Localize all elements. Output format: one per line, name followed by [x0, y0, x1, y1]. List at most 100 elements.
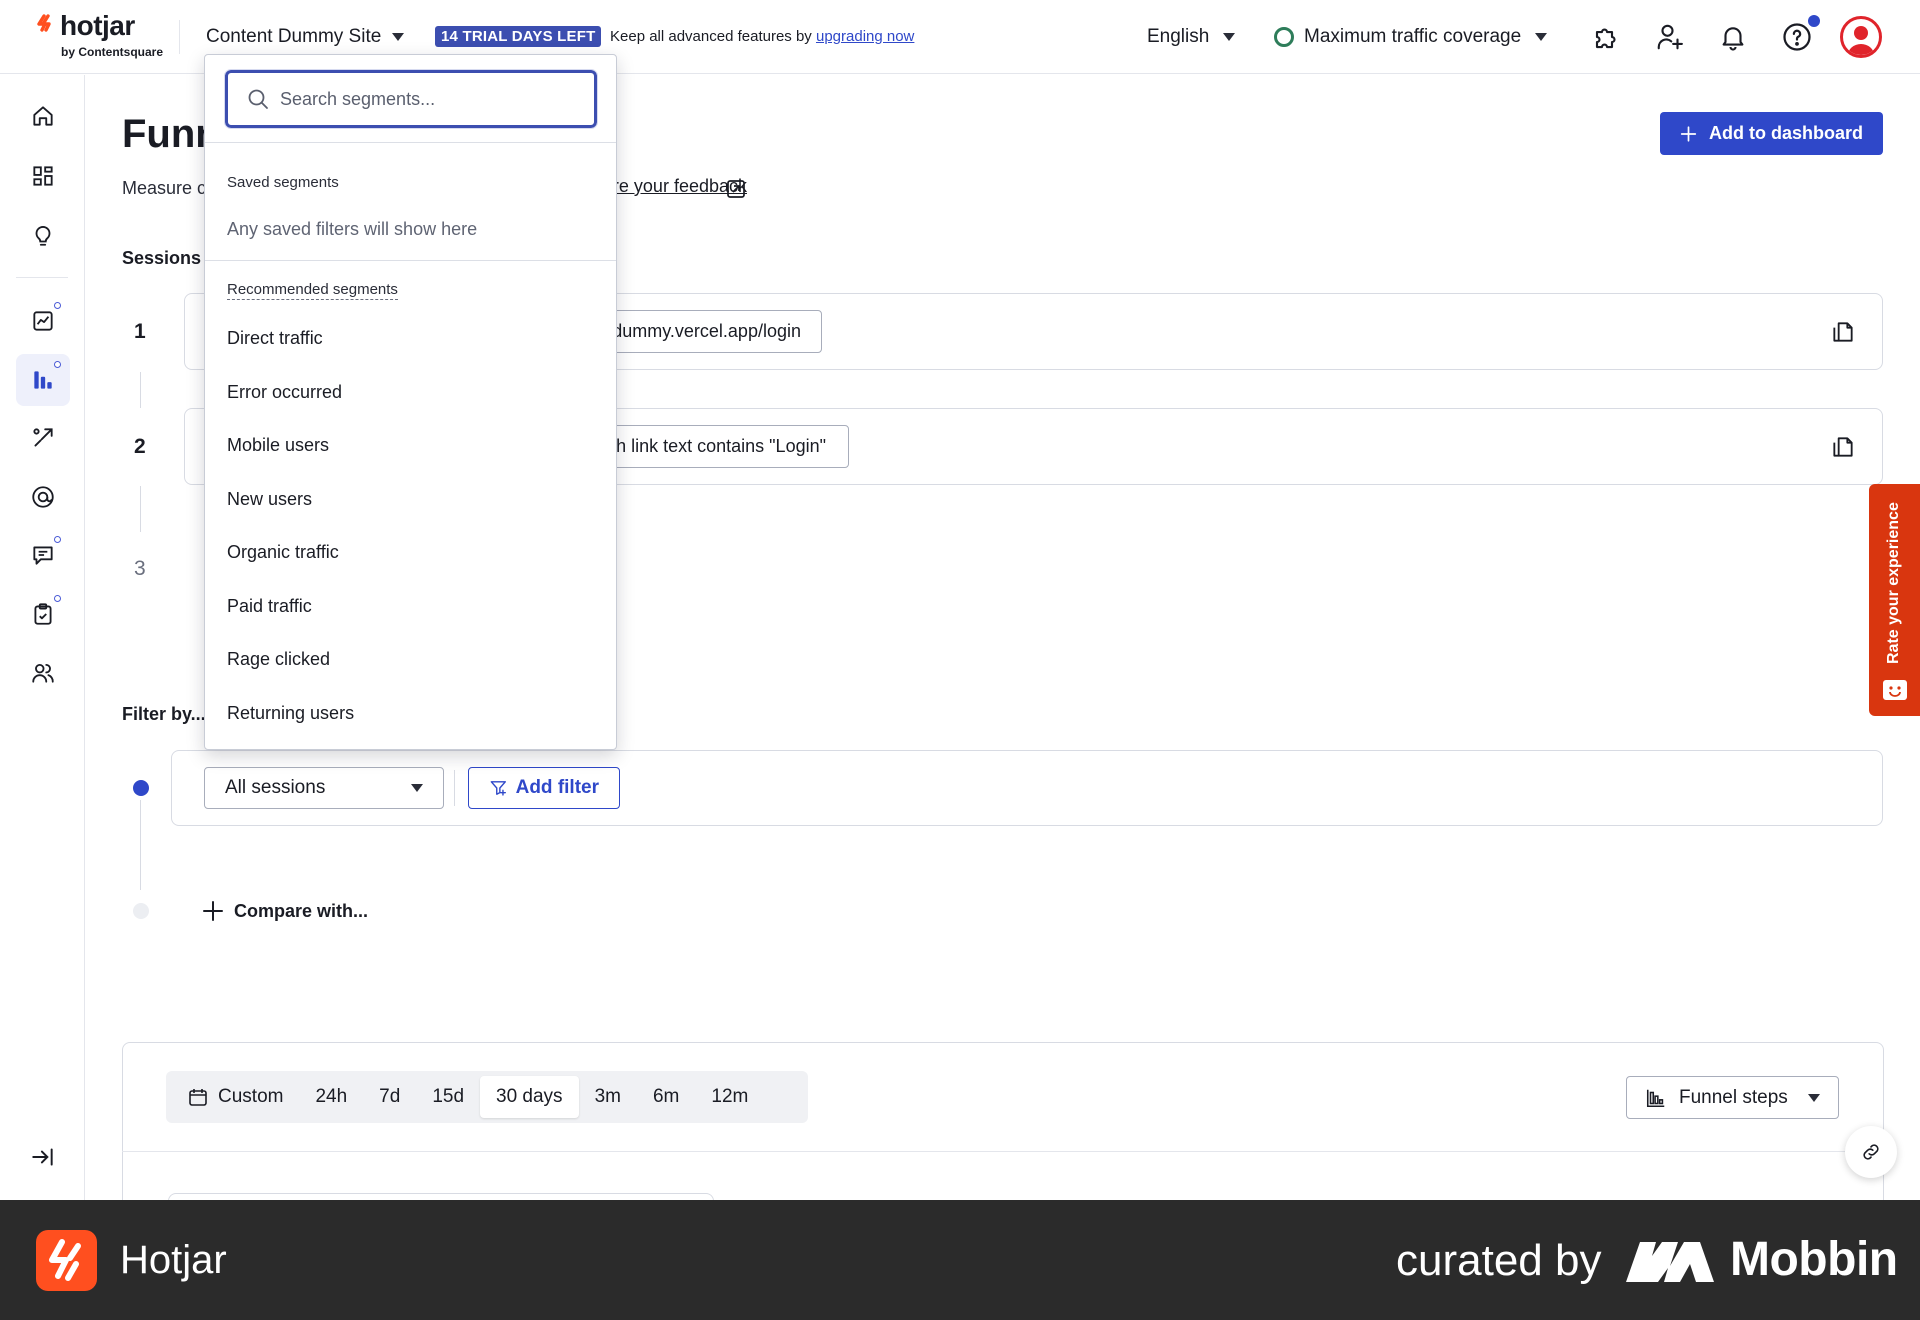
- sidebar-item-surveys[interactable]: [26, 597, 60, 631]
- copy-step-icon[interactable]: [1830, 434, 1856, 460]
- trial-message: Keep all advanced features by upgrading …: [610, 28, 914, 45]
- sidebar-item-funnels[interactable]: [26, 363, 60, 397]
- add-to-dashboard-label: Add to dashboard: [1709, 123, 1863, 143]
- collapse-arrow-icon: [32, 1148, 53, 1166]
- feedback-chat-icon: [33, 546, 53, 565]
- site-switcher[interactable]: Content Dummy Site: [206, 26, 381, 48]
- new-feature-dot: [54, 361, 61, 368]
- segment-search-box[interactable]: [224, 69, 598, 129]
- step-connector: [140, 372, 141, 408]
- trial-message-text: Keep all advanced features by: [610, 28, 812, 45]
- footer-brand-name: Hotjar: [120, 1238, 227, 1282]
- step-connector: [140, 486, 141, 532]
- segment-option-rage-clicked[interactable]: Rage clicked: [227, 649, 330, 670]
- dropdown-divider: [205, 142, 616, 143]
- integrations-puzzle-icon[interactable]: [1592, 22, 1622, 52]
- card-divider: [122, 1151, 1884, 1152]
- segment-option-paid-traffic[interactable]: Paid traffic: [227, 596, 312, 617]
- rate-experience-label: Rate your experience: [1885, 502, 1902, 664]
- sidebar-divider: [16, 277, 68, 278]
- notifications-bell-icon[interactable]: [1718, 22, 1748, 52]
- saved-segments-heading: Saved segments: [227, 174, 339, 191]
- avatar[interactable]: [1840, 16, 1882, 58]
- filter-connector: [140, 800, 141, 890]
- compare-with-button[interactable]: Compare with...: [202, 900, 368, 922]
- footer-banner: Hotjar curated by Mobbin: [0, 1200, 1920, 1320]
- external-link-icon[interactable]: [726, 179, 746, 199]
- language-select[interactable]: English: [1147, 26, 1209, 48]
- hotjar-face-icon: [1883, 680, 1907, 700]
- trends-chart-icon: [33, 311, 53, 331]
- segments-dropdown: Saved segments Any saved filters will sh…: [204, 54, 617, 750]
- date-range-label: Custom: [218, 1086, 284, 1107]
- help-icon[interactable]: [1782, 22, 1812, 52]
- date-range-7d[interactable]: 7d: [363, 1076, 416, 1118]
- page-subtitle: Measure conversion and drop-off through …: [122, 178, 204, 198]
- chevron-down-icon[interactable]: [1535, 33, 1547, 41]
- add-filter-button[interactable]: Add filter: [468, 767, 620, 809]
- footer-mobbin-name: Mobbin: [1730, 1233, 1898, 1286]
- filter-timeline-dot: [133, 780, 149, 796]
- segment-option-direct-traffic[interactable]: Direct traffic: [227, 328, 323, 349]
- journey-path-icon: [33, 428, 53, 447]
- page-title: Funnels: [122, 112, 204, 156]
- step-condition-text: URL is "https://content-dummy.vercel.app…: [601, 321, 801, 341]
- link-icon: [1863, 1144, 1879, 1160]
- coverage-select[interactable]: Maximum traffic coverage: [1304, 26, 1521, 48]
- rate-experience-tab[interactable]: Rate your experience: [1869, 484, 1920, 716]
- copy-step-icon[interactable]: [1830, 319, 1856, 345]
- date-range-6m[interactable]: 6m: [637, 1076, 695, 1118]
- segment-option-error-occurred[interactable]: Error occurred: [227, 382, 342, 403]
- sidebar-item-journeys[interactable]: [26, 421, 60, 455]
- segment-option-mobile-users[interactable]: Mobile users: [227, 435, 329, 456]
- filter-label: Filter by...: [122, 704, 206, 724]
- hotjar-logo-icon: [36, 14, 58, 38]
- search-icon: [248, 89, 268, 109]
- recordings-icon: [32, 486, 54, 508]
- sidebar-item-feedback[interactable]: [26, 538, 60, 572]
- segment-option-organic-traffic[interactable]: Organic traffic: [227, 542, 339, 563]
- chevron-down-icon[interactable]: [1223, 33, 1235, 41]
- sidebar-item-home[interactable]: [26, 99, 60, 133]
- view-mode-select[interactable]: Funnel steps: [1626, 1076, 1839, 1119]
- sidebar-item-insights[interactable]: [26, 218, 60, 252]
- upgrade-link[interactable]: upgrading now: [816, 28, 914, 45]
- survey-clipboard-icon: [34, 603, 52, 625]
- help-notification-dot: [1808, 15, 1820, 27]
- sessions-label: Sessions: [122, 248, 202, 268]
- invite-user-icon[interactable]: [1655, 22, 1685, 52]
- hotjar-app-icon: [36, 1230, 97, 1291]
- plus-icon: [203, 901, 223, 921]
- users-icon: [32, 663, 54, 683]
- share-link-button[interactable]: [1845, 1126, 1897, 1178]
- chevron-down-icon: [1808, 1093, 1820, 1102]
- date-range-12m[interactable]: 12m: [695, 1076, 764, 1118]
- new-feature-dot: [54, 536, 61, 543]
- recommended-segments-heading[interactable]: Recommended segments: [227, 281, 398, 300]
- date-range-15d[interactable]: 15d: [416, 1076, 480, 1118]
- date-range-30-days[interactable]: 30 days: [480, 1076, 579, 1118]
- chevron-down-icon[interactable]: [392, 33, 404, 41]
- sidebar-item-users[interactable]: [26, 656, 60, 690]
- dropdown-divider: [205, 260, 616, 261]
- segment-search-input[interactable]: [280, 88, 580, 110]
- trial-badge: 14 TRIAL DAYS LEFT: [435, 26, 602, 47]
- new-feature-dot: [54, 595, 61, 602]
- date-range-custom[interactable]: Custom: [172, 1076, 299, 1118]
- step-condition-chip[interactable]: Clicked element with link text contains …: [600, 425, 849, 468]
- funnel-bars-icon: [34, 371, 52, 389]
- step-condition-chip[interactable]: URL is "https://content-dummy.vercel.app…: [600, 310, 822, 353]
- sessions-select[interactable]: All sessions: [204, 767, 444, 809]
- date-range-24h[interactable]: 24h: [299, 1076, 363, 1118]
- segment-option-returning-users[interactable]: Returning users: [227, 703, 354, 724]
- logo-text[interactable]: hotjar: [60, 10, 135, 42]
- date-range-3m[interactable]: 3m: [579, 1076, 637, 1118]
- filter-funnel-icon: [490, 781, 506, 796]
- sidebar-item-trends[interactable]: [26, 304, 60, 338]
- add-to-dashboard-button[interactable]: Add to dashboard: [1660, 112, 1883, 155]
- sidebar-collapse-button[interactable]: [26, 1140, 60, 1174]
- sidebar-item-recordings[interactable]: [26, 480, 60, 514]
- segment-option-new-users[interactable]: New users: [227, 489, 312, 510]
- sidebar-item-dashboards[interactable]: [26, 159, 60, 193]
- funnel-steps-icon: [1646, 1089, 1665, 1107]
